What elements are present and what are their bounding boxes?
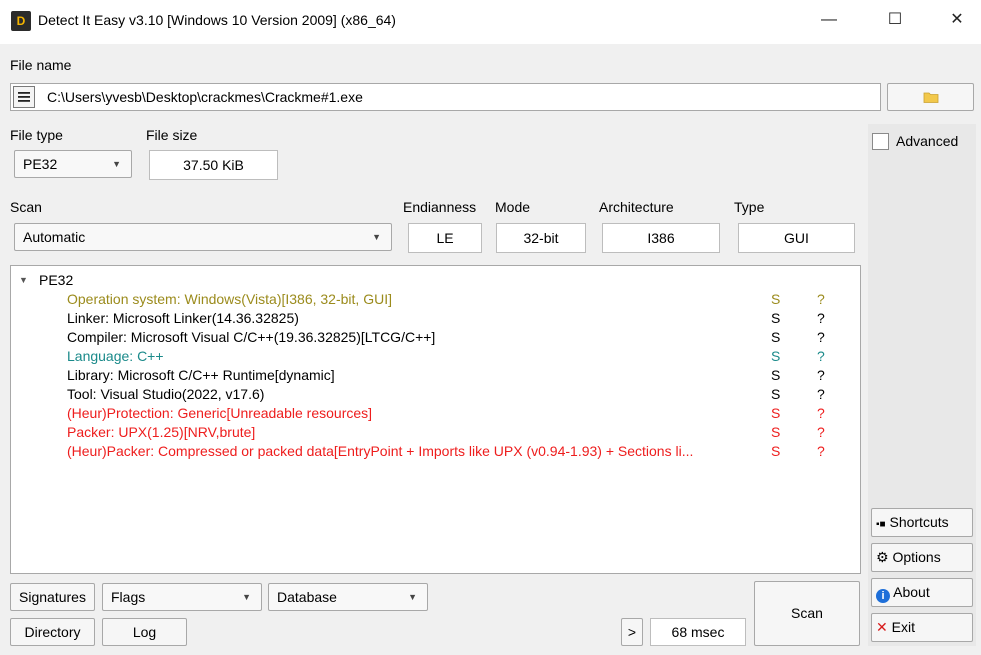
file-name-label: File name: [10, 57, 72, 73]
result-signature-flag[interactable]: S: [771, 385, 780, 404]
close-icon: ✕: [876, 619, 888, 635]
result-signature-flag[interactable]: S: [771, 290, 780, 309]
result-text: Language: C++: [67, 348, 164, 364]
database-label: Database: [277, 589, 337, 605]
advanced-checkbox[interactable]: [872, 133, 889, 150]
scan-label: Scan: [10, 199, 42, 215]
scan-mode-value: Automatic: [23, 229, 86, 245]
result-text: Compiler: Microsoft Visual C/C++(19.36.3…: [67, 329, 436, 345]
maximize-button[interactable]: ☐: [872, 0, 918, 40]
file-size-label: File size: [146, 127, 198, 143]
database-select[interactable]: Database ▼: [268, 583, 428, 611]
flags-select[interactable]: Flags ▼: [102, 583, 262, 611]
result-text: Library: Microsoft C/C++ Runtime[dynamic…: [67, 367, 335, 383]
exit-button[interactable]: ✕ Exit: [871, 613, 973, 642]
tree-root-label: PE32: [39, 272, 74, 288]
result-text: Tool: Visual Studio(2022, v17.6): [67, 386, 265, 402]
result-text: Packer: UPX(1.25)[NRV,brute]: [67, 424, 256, 440]
chevron-down-icon: ▼: [408, 592, 417, 602]
chevron-down-icon: ▼: [372, 232, 381, 242]
shortcuts-icon: ▪■: [876, 519, 886, 530]
result-info-flag[interactable]: ?: [817, 404, 825, 423]
results-tree[interactable]: ▼ PE32 Operation system: Windows(Vista)[…: [10, 265, 861, 574]
scan-mode-select[interactable]: Automatic ▼: [14, 223, 392, 251]
mode-value: 32-bit: [496, 223, 586, 253]
result-row[interactable]: Operation system: Windows(Vista)[I386, 3…: [11, 290, 860, 309]
result-info-flag[interactable]: ?: [817, 290, 825, 309]
browse-file-button[interactable]: [887, 83, 974, 111]
endianness-label: Endianness: [403, 199, 477, 215]
advanced-label: Advanced: [896, 133, 959, 149]
window-title: Detect It Easy v3.10 [Windows 10 Version…: [38, 12, 396, 28]
flags-label: Flags: [111, 589, 146, 605]
type-label: Type: [734, 199, 765, 215]
result-row[interactable]: Library: Microsoft C/C++ Runtime[dynamic…: [11, 366, 860, 385]
result-row[interactable]: Compiler: Microsoft Visual C/C++(19.36.3…: [11, 328, 860, 347]
file-path-field[interactable]: C:\Users\yvesb\Desktop\crackmes\Crackme#…: [10, 83, 881, 111]
mode-label: Mode: [495, 199, 531, 215]
result-row[interactable]: Language: C++ S?: [11, 347, 860, 366]
shortcuts-label: Shortcuts: [889, 514, 949, 530]
file-type-select[interactable]: PE32 ▼: [14, 150, 132, 178]
more-button[interactable]: >: [621, 618, 643, 646]
result-info-flag[interactable]: ?: [817, 309, 825, 328]
list-icon[interactable]: [13, 86, 35, 108]
about-label: About: [893, 584, 930, 600]
file-type-value: PE32: [23, 156, 58, 172]
options-label: Options: [892, 549, 941, 565]
app-icon: D: [11, 11, 31, 31]
result-row[interactable]: (Heur)Protection: Generic[Unreadable res…: [11, 404, 860, 423]
result-text: Operation system: Windows(Vista)[I386, 3…: [67, 291, 392, 307]
result-text: (Heur)Packer: Compressed or packed data[…: [67, 443, 694, 459]
result-info-flag[interactable]: ?: [817, 385, 825, 404]
log-button[interactable]: Log: [102, 618, 187, 646]
file-path-text: C:\Users\yvesb\Desktop\crackmes\Crackme#…: [47, 89, 363, 105]
result-signature-flag[interactable]: S: [771, 423, 780, 442]
result-text: Linker: Microsoft Linker(14.36.32825): [67, 310, 299, 326]
result-info-flag[interactable]: ?: [817, 366, 825, 385]
architecture-value: I386: [602, 223, 720, 253]
result-row[interactable]: Packer: UPX(1.25)[NRV,brute] S?: [11, 423, 860, 442]
result-text: (Heur)Protection: Generic[Unreadable res…: [67, 405, 373, 421]
endianness-value: LE: [408, 223, 482, 253]
close-button[interactable]: ✕: [934, 0, 980, 40]
exit-label: Exit: [891, 619, 915, 635]
result-info-flag[interactable]: ?: [817, 423, 825, 442]
shortcuts-button[interactable]: ▪■ Shortcuts: [871, 508, 973, 537]
result-info-flag[interactable]: ?: [817, 328, 825, 347]
result-info-flag[interactable]: ?: [817, 442, 825, 461]
directory-button[interactable]: Directory: [10, 618, 95, 646]
type-value: GUI: [738, 223, 855, 253]
architecture-label: Architecture: [599, 199, 674, 215]
result-signature-flag[interactable]: S: [771, 347, 780, 366]
options-button[interactable]: ⚙ Options: [871, 543, 973, 572]
file-type-label: File type: [10, 127, 63, 143]
file-size-value: 37.50 KiB: [149, 150, 278, 180]
result-signature-flag[interactable]: S: [771, 309, 780, 328]
result-row[interactable]: Tool: Visual Studio(2022, v17.6) S?: [11, 385, 860, 404]
about-button[interactable]: i About: [871, 578, 973, 607]
signatures-button[interactable]: Signatures: [10, 583, 95, 611]
folder-icon: [923, 92, 938, 103]
tree-expand-icon[interactable]: ▼: [19, 271, 28, 290]
result-row[interactable]: Linker: Microsoft Linker(14.36.32825) S?: [11, 309, 860, 328]
result-row[interactable]: (Heur)Packer: Compressed or packed data[…: [11, 442, 860, 461]
minimize-button[interactable]: —: [806, 0, 852, 40]
scan-time-value: 68 msec: [650, 618, 746, 646]
result-signature-flag[interactable]: S: [771, 404, 780, 423]
result-signature-flag[interactable]: S: [771, 442, 780, 461]
result-info-flag[interactable]: ?: [817, 347, 825, 366]
gear-icon: ⚙: [876, 549, 889, 565]
info-icon: i: [876, 589, 890, 603]
chevron-down-icon: ▼: [112, 159, 121, 169]
chevron-down-icon: ▼: [242, 592, 251, 602]
scan-button[interactable]: Scan: [754, 581, 860, 646]
result-signature-flag[interactable]: S: [771, 328, 780, 347]
result-signature-flag[interactable]: S: [771, 366, 780, 385]
tree-root[interactable]: ▼ PE32: [11, 271, 860, 290]
